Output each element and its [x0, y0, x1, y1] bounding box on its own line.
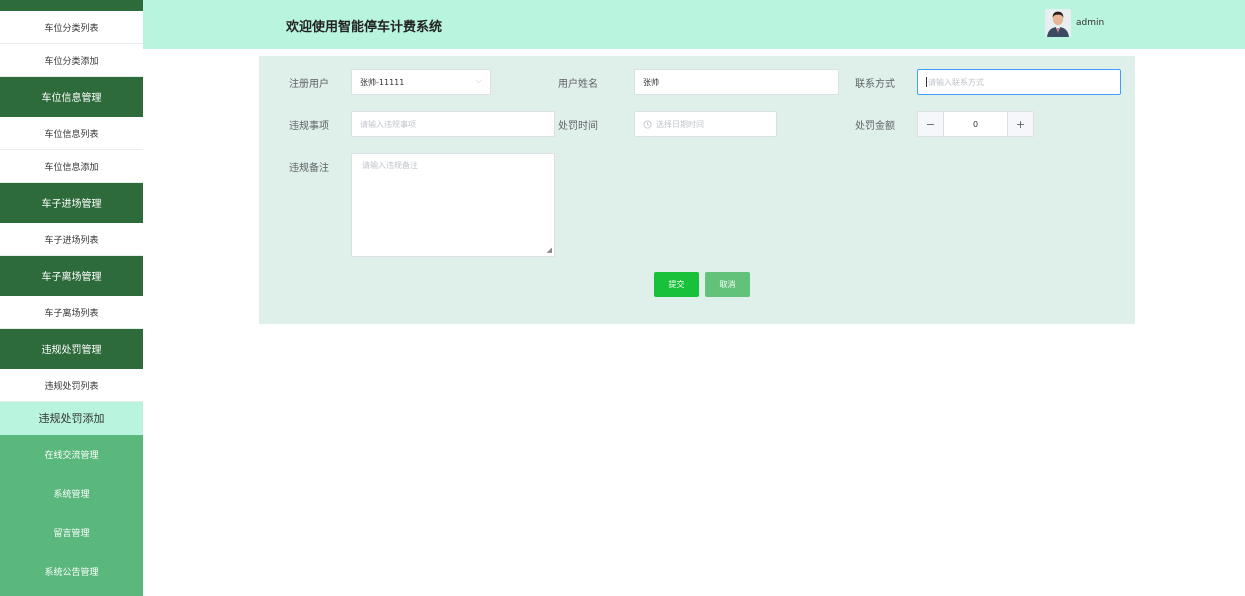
sidebar-group-violation[interactable]: 违规处罚管理 [0, 329, 143, 369]
contact-input[interactable]: 请输入联系方式 [917, 69, 1121, 95]
user-name-input[interactable]: 张帅 [634, 69, 839, 95]
violation-add-form: 注册用户 张帅-11111 ⌵ 用户姓名 张帅 联系方式 请输入联系方式 违规事… [259, 56, 1135, 324]
sidebar-group-messages[interactable]: 留言管理 [0, 513, 143, 552]
user-name-label: 用户姓名 [558, 79, 598, 90]
avatar[interactable] [1045, 9, 1071, 37]
sidebar: 车位分类列表 车位分类添加 车位信息管理 车位信息列表 车位信息添加 车子进场管… [0, 0, 143, 596]
sidebar-item-space-category-list[interactable]: 车位分类列表 [0, 11, 143, 44]
text-cursor-icon [926, 77, 927, 87]
sidebar-group-space-info[interactable]: 车位信息管理 [0, 77, 143, 117]
notes-placeholder: 请输入违规备注 [362, 161, 418, 170]
penalty-time-picker[interactable]: 选择日期时间 [634, 111, 777, 137]
sidebar-group-system[interactable]: 系统管理 [0, 474, 143, 513]
contact-label: 联系方式 [855, 79, 895, 90]
penalty-time-label: 处罚时间 [558, 121, 598, 132]
sidebar-top-cap [0, 0, 143, 11]
notes-label: 违规备注 [289, 163, 329, 174]
clock-icon [643, 119, 652, 129]
user-avatar-icon [1045, 9, 1071, 37]
violation-input[interactable]: 请输入违规事项 [351, 111, 555, 137]
sidebar-item-car-entry-list[interactable]: 车子进场列表 [0, 223, 143, 256]
sidebar-item-space-info-add[interactable]: 车位信息添加 [0, 150, 143, 183]
penalty-time-placeholder: 选择日期时间 [656, 119, 704, 129]
submit-button[interactable]: 提交 [654, 272, 699, 297]
violation-placeholder: 请输入违规事项 [360, 119, 416, 129]
sidebar-item-space-info-list[interactable]: 车位信息列表 [0, 117, 143, 150]
penalty-amount-stepper[interactable]: − 0 + [917, 111, 1034, 137]
violation-label: 违规事项 [289, 121, 329, 132]
contact-placeholder: 请输入联系方式 [928, 77, 984, 87]
penalty-amount-label: 处罚金额 [855, 121, 895, 132]
sidebar-group-online-chat[interactable]: 在线交流管理 [0, 435, 143, 474]
sidebar-item-violation-add[interactable]: 违规处罚添加 [0, 402, 143, 435]
sidebar-item-space-category-add[interactable]: 车位分类添加 [0, 44, 143, 77]
resize-handle-icon[interactable]: ◢ [547, 247, 552, 254]
registered-user-value: 张帅-11111 [360, 77, 405, 87]
page-title: 欢迎使用智能停车计费系统 [286, 20, 443, 35]
registered-user-select[interactable]: 张帅-11111 ⌵ [351, 69, 491, 95]
penalty-amount-value[interactable]: 0 [944, 112, 1007, 136]
sidebar-item-violation-list[interactable]: 违规处罚列表 [0, 369, 143, 402]
decrement-button[interactable]: − [918, 112, 944, 136]
cancel-button[interactable]: 取消 [705, 272, 750, 297]
username-label[interactable]: admin [1076, 18, 1104, 28]
chevron-down-icon: ⌵ [475, 76, 482, 86]
sidebar-item-car-exit-list[interactable]: 车子离场列表 [0, 296, 143, 329]
sidebar-group-announcements[interactable]: 系统公告管理 [0, 552, 143, 591]
registered-user-label: 注册用户 [289, 79, 329, 90]
user-name-value: 张帅 [643, 77, 659, 87]
sidebar-group-car-exit[interactable]: 车子离场管理 [0, 256, 143, 296]
sidebar-group-car-entry[interactable]: 车子进场管理 [0, 183, 143, 223]
notes-textarea[interactable]: 请输入违规备注 ◢ [351, 153, 555, 257]
increment-button[interactable]: + [1007, 112, 1033, 136]
top-header: 欢迎使用智能停车计费系统 admin [143, 0, 1245, 49]
